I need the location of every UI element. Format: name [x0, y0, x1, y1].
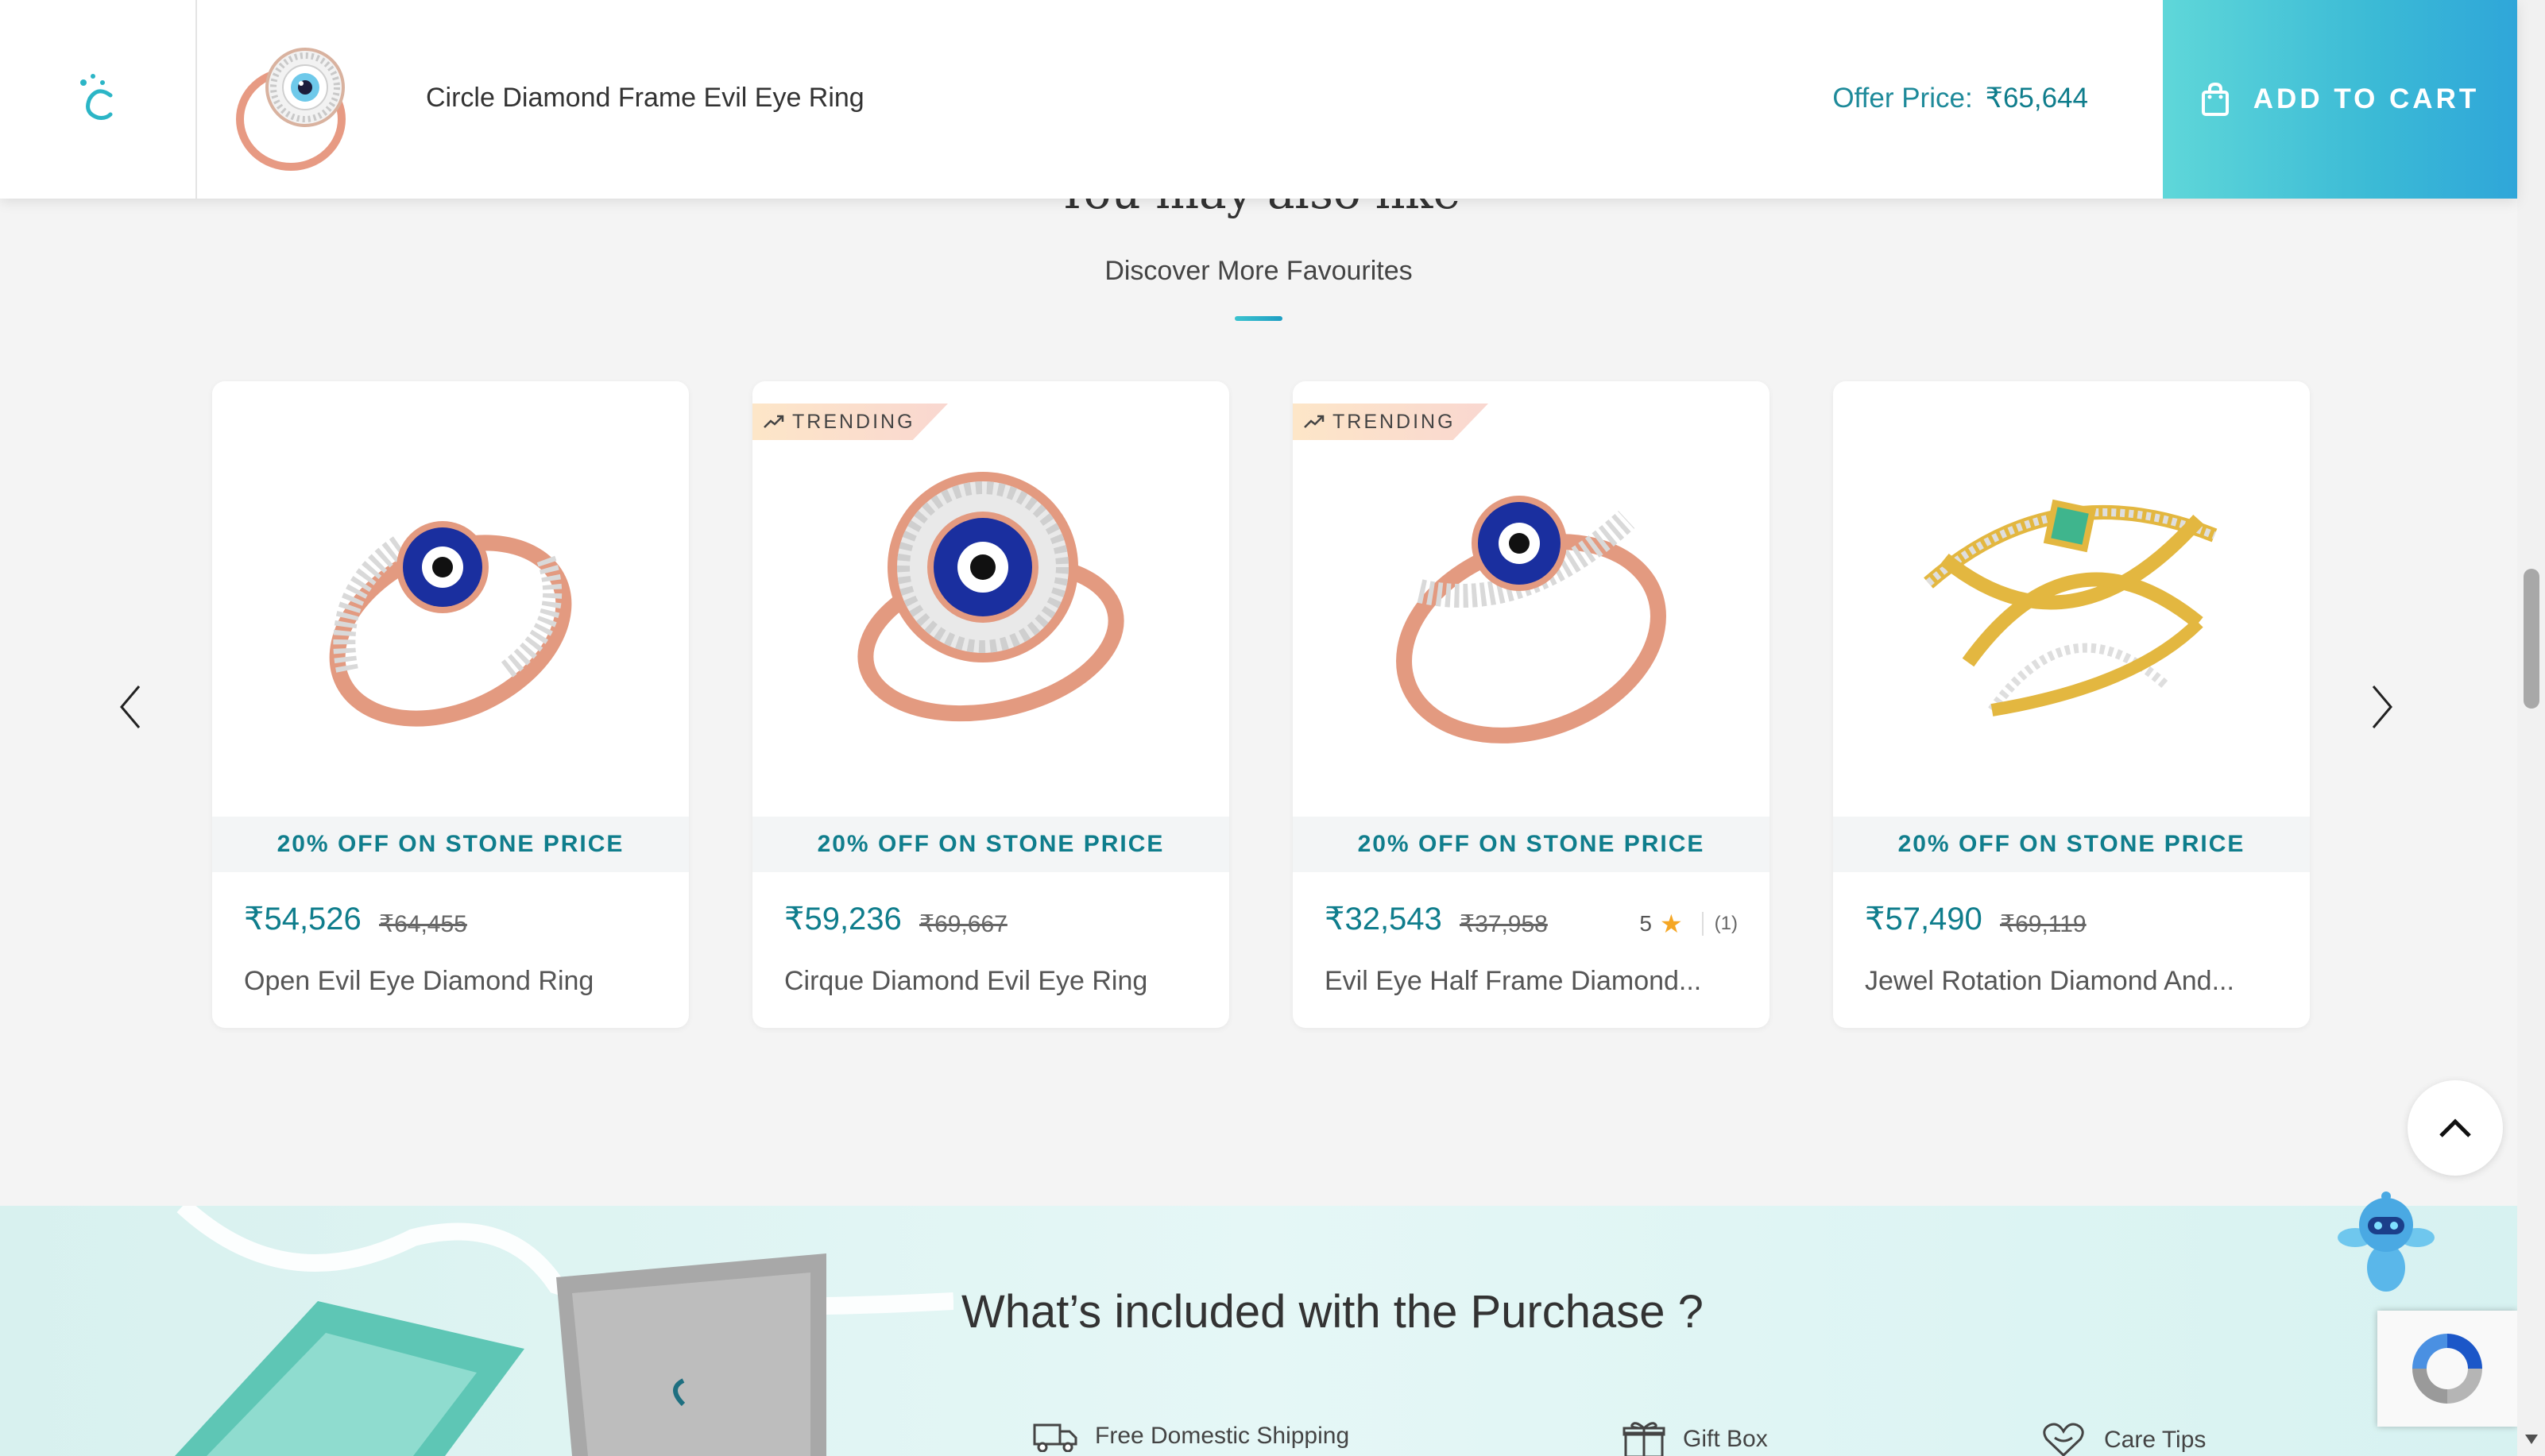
product-name[interactable]: Jewel Rotation Diamond And... — [1865, 966, 2234, 997]
chevron-left-icon — [120, 686, 141, 728]
truck-icon — [1033, 1423, 1077, 1452]
trending-icon — [764, 415, 784, 428]
promo-label: 20% OFF ON STONE PRICE — [1833, 817, 2310, 872]
product-mrp: ₹37,958 — [1460, 911, 1548, 937]
product-image — [212, 381, 689, 817]
trending-icon — [1304, 415, 1325, 428]
purchase-title: What’s included with the Purchase ? — [961, 1286, 1704, 1338]
offer-label: Offer Price: — [1832, 83, 1973, 114]
page-scrollbar[interactable] — [2517, 0, 2545, 1456]
cirque-evil-eye-ring-image — [857, 472, 1124, 722]
chevron-right-icon — [2372, 686, 2392, 728]
promo-label: 20% OFF ON STONE PRICE — [752, 817, 1229, 872]
product-price: ₹59,236 — [784, 902, 902, 937]
scrollbar-thumb[interactable] — [2524, 569, 2539, 709]
product-card[interactable]: TRENDING 20% OFF ON STONE PRICE ₹32,543 … — [1293, 381, 1770, 1028]
product-card[interactable]: 20% OFF ON STONE PRICE ₹54,526 ₹64,455 O… — [212, 381, 689, 1028]
header-product-thumbnail — [236, 48, 346, 171]
open-evil-eye-ring-image — [329, 521, 572, 727]
product-mrp: ₹69,667 — [919, 911, 1008, 937]
product-image — [1833, 381, 2310, 817]
product-name[interactable]: Cirque Diamond Evil Eye Ring — [784, 966, 1147, 997]
brand-logo-icon — [80, 74, 113, 120]
section-subtitle: Discover More Favourites — [1104, 256, 1413, 286]
star-icon: ★ — [1659, 910, 1683, 938]
offer-price: ₹65,644 — [1985, 83, 2088, 114]
include-item: Care Tips — [2040, 1420, 2206, 1456]
offer-price-block: Offer Price: ₹65,644 — [1832, 83, 2088, 114]
rating-count: (1) — [1714, 913, 1738, 934]
chevron-up-icon — [2439, 1118, 2471, 1137]
care-icon — [2043, 1423, 2084, 1456]
add-to-cart-label: ADD TO CART — [2253, 83, 2480, 114]
rating-divider — [1701, 912, 1704, 936]
product-price: ₹57,490 — [1865, 902, 1982, 937]
trending-label: TRENDING — [792, 410, 915, 433]
product-mrp: ₹64,455 — [379, 911, 467, 937]
include-label: Gift Box — [1683, 1426, 1768, 1452]
include-item: Gift Box — [1623, 1420, 1768, 1456]
product-card[interactable]: 20% OFF ON STONE PRICE ₹57,490 ₹69,119 J… — [1833, 381, 2310, 1028]
include-item: Free Domestic Shipping — [1033, 1420, 1349, 1452]
carousel-next-button[interactable] — [2358, 675, 2406, 739]
promo-label: 20% OFF ON STONE PRICE — [212, 817, 689, 872]
gift-box-image — [175, 1206, 953, 1456]
evil-eye-half-frame-ring-image — [1396, 496, 1666, 743]
add-to-cart-button[interactable]: ADD TO CART — [2163, 0, 2517, 199]
trending-label: TRENDING — [1332, 410, 1456, 433]
product-image — [1293, 381, 1770, 817]
sticky-product-header: Circle Diamond Frame Evil Eye Ring Offer… — [0, 0, 2517, 199]
recaptcha-icon — [2412, 1334, 2482, 1404]
chatbot-mascot-icon[interactable] — [2334, 1188, 2438, 1300]
scroll-to-top-button[interactable] — [2408, 1080, 2503, 1176]
recaptcha-badge[interactable] — [2377, 1311, 2517, 1427]
product-price: ₹32,543 — [1325, 902, 1442, 937]
product-price: ₹54,526 — [244, 902, 362, 937]
product-name[interactable]: Open Evil Eye Diamond Ring — [244, 966, 594, 997]
promo-label: 20% OFF ON STONE PRICE — [1293, 817, 1770, 872]
product-rating: 5 ★ (1) — [1639, 909, 1738, 939]
gift-icon — [1623, 1422, 1665, 1456]
carousel-prev-button[interactable] — [106, 675, 154, 739]
include-label: Free Domestic Shipping — [1095, 1423, 1350, 1449]
rating-value: 5 — [1639, 911, 1652, 936]
brand-logo[interactable] — [0, 0, 197, 199]
section-divider — [1235, 316, 1282, 321]
header-product-title: Circle Diamond Frame Evil Eye Ring — [426, 83, 864, 113]
scrollbar-down-arrow[interactable] — [2525, 1435, 2538, 1444]
product-card[interactable]: TRENDING 20% OFF ON STONE PRICE ₹59,236 … — [752, 381, 1229, 1028]
jewel-rotation-ring-image — [1924, 499, 2218, 716]
shopping-bag-icon — [2201, 83, 2229, 116]
product-name[interactable]: Evil Eye Half Frame Diamond... — [1325, 966, 1701, 997]
product-image — [752, 381, 1229, 817]
purchase-includes-section: What’s included with the Purchase ? Free… — [0, 1206, 2517, 1456]
include-label: Care Tips — [2104, 1427, 2207, 1453]
product-mrp: ₹69,119 — [2000, 911, 2087, 937]
